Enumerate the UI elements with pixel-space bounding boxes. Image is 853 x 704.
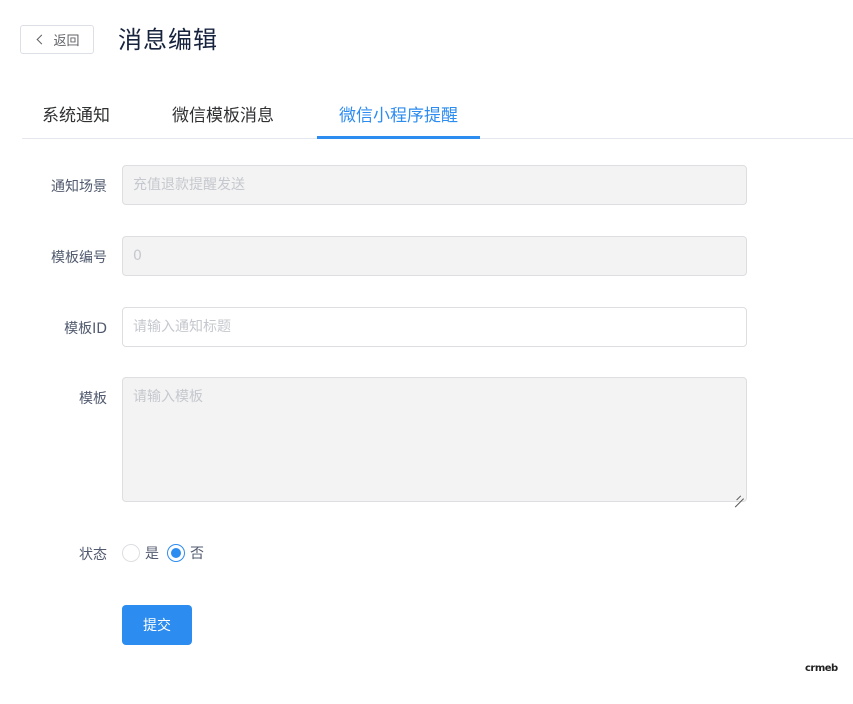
page: 返回 消息编辑 系统通知 微信模板消息 微信小程序提醒 通知场景 充值退款提醒发… — [0, 0, 853, 704]
radio-yes-label: 是 — [145, 546, 159, 562]
template-textarea: 请输入模板 — [122, 377, 747, 502]
template-no-input: 0 — [122, 236, 747, 276]
status-option-no[interactable]: 否 — [167, 543, 204, 563]
radio-no-label: 否 — [190, 546, 204, 562]
back-button[interactable]: 返回 — [20, 25, 94, 54]
status-radio-group: 是 否 — [122, 543, 212, 563]
resize-grip-icon[interactable] — [734, 489, 744, 499]
radio-no[interactable] — [167, 544, 185, 562]
active-tab-indicator — [317, 136, 480, 139]
back-label: 返回 — [53, 34, 80, 49]
template-placeholder: 请输入模板 — [133, 389, 203, 405]
page-title: 消息编辑 — [118, 26, 218, 54]
tab-bar: 系统通知 微信模板消息 微信小程序提醒 — [22, 96, 853, 139]
status-option-yes[interactable]: 是 — [122, 543, 159, 563]
template-id-label: 模板ID — [64, 321, 107, 337]
scene-label: 通知场景 — [51, 179, 107, 195]
tab-system-notice[interactable]: 系统通知 — [42, 96, 110, 138]
submit-button[interactable]: 提交 — [122, 605, 192, 645]
template-id-input[interactable]: 请输入通知标题 — [122, 307, 747, 347]
status-label: 状态 — [79, 547, 107, 563]
brand-logo: crmeb — [805, 663, 838, 674]
scene-input: 充值退款提醒发送 — [122, 165, 747, 205]
template-label: 模板 — [79, 391, 107, 407]
tab-miniprogram-reminder[interactable]: 微信小程序提醒 — [317, 96, 480, 138]
radio-yes[interactable] — [122, 544, 140, 562]
chevron-left-icon — [37, 34, 47, 45]
tab-wechat-template[interactable]: 微信模板消息 — [172, 96, 274, 138]
template-no-label: 模板编号 — [51, 250, 107, 266]
